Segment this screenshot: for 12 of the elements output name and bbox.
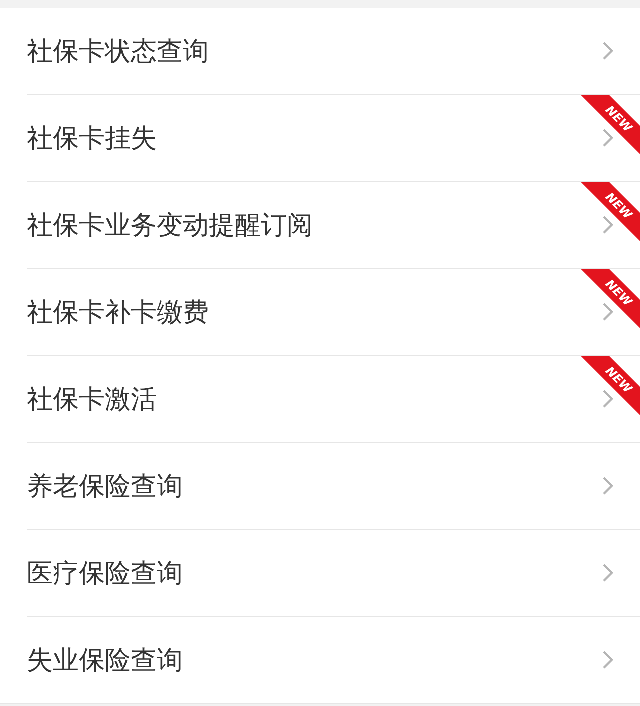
menu-item-label[interactable]: 社保卡状态查询: [27, 34, 602, 68]
menu-item-label[interactable]: 社保卡挂失: [27, 120, 602, 156]
menu-item-label[interactable]: 医疗保险查询: [27, 556, 602, 590]
chevron-right-icon: [602, 41, 614, 61]
chevron-right-icon: [602, 650, 614, 670]
chevron-right-icon: [602, 476, 614, 496]
menu-item-label[interactable]: 养老保险查询: [27, 468, 602, 504]
menu-item-label[interactable]: 社保卡激活: [27, 382, 602, 416]
menu-item-label[interactable]: 社保卡业务变动提醒订阅: [27, 208, 602, 242]
chevron-right-icon: [602, 563, 614, 583]
menu-item-label[interactable]: 社保卡补卡缴费: [27, 294, 602, 330]
menu-item-label[interactable]: 失业保险查询: [27, 642, 602, 678]
